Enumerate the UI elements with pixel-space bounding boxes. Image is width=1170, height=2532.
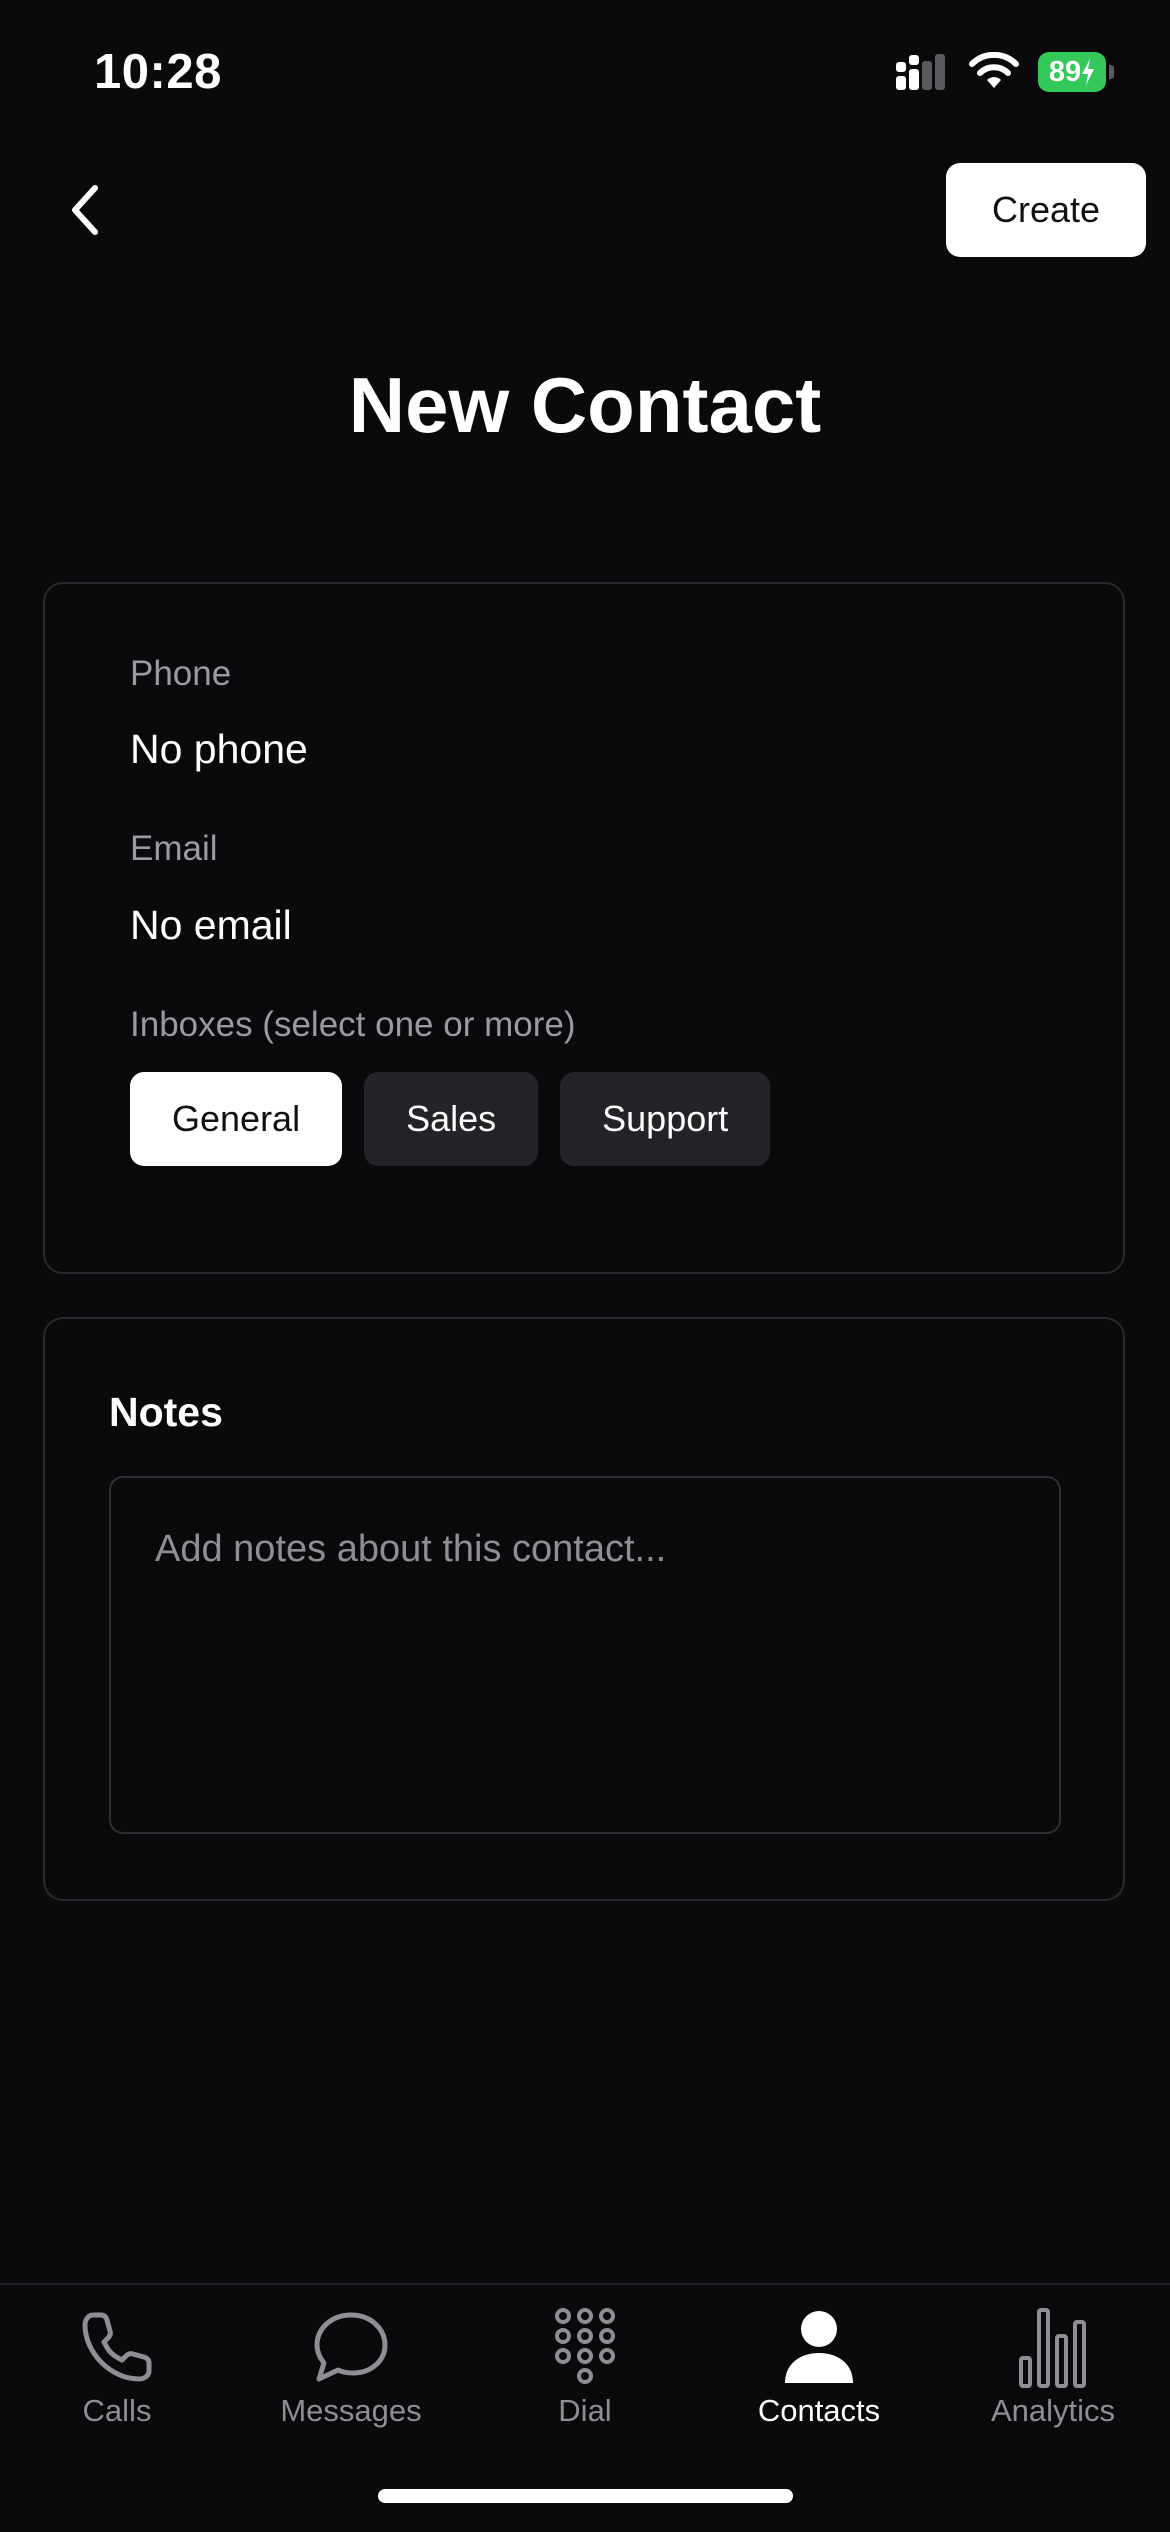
tab-calls[interactable]: Calls bbox=[0, 2285, 234, 2435]
wifi-icon bbox=[969, 52, 1019, 88]
inbox-chip-sales[interactable]: Sales bbox=[364, 1072, 539, 1166]
page-title: New Contact bbox=[348, 361, 822, 449]
battery-cap bbox=[1109, 65, 1114, 79]
status-bar: 10:28 89 bbox=[0, 0, 1170, 150]
keypad-icon bbox=[543, 2305, 627, 2389]
tab-contacts[interactable]: Contacts bbox=[702, 2285, 936, 2435]
tab-label: Dial bbox=[558, 2393, 612, 2428]
status-icons: 89 bbox=[894, 52, 1114, 92]
bar-chart-icon bbox=[1011, 2305, 1095, 2389]
tab-label: Analytics bbox=[990, 2393, 1116, 2428]
notes-textarea[interactable]: Add notes about this contact... bbox=[109, 1476, 1061, 1834]
chat-bubble-icon bbox=[309, 2305, 393, 2389]
battery-level: 89 bbox=[1038, 52, 1106, 92]
tab-label: Calls bbox=[82, 2393, 152, 2428]
notes-card: Notes Add notes about this contact... bbox=[43, 1317, 1125, 1901]
home-indicator[interactable] bbox=[378, 2489, 793, 2503]
status-time: 10:28 bbox=[94, 45, 222, 99]
tab-label: Contacts bbox=[757, 2393, 881, 2428]
new-contact-screen: 10:28 89 Create New Contact Phone No pho… bbox=[0, 0, 1170, 2532]
tab-label: Messages bbox=[280, 2393, 422, 2428]
tab-messages[interactable]: Messages bbox=[234, 2285, 468, 2435]
person-icon bbox=[777, 2305, 861, 2389]
inbox-chip-row: General Sales Support bbox=[130, 1072, 771, 1166]
inboxes-label: Inboxes (select one or more) bbox=[130, 1005, 576, 1044]
chevron-left-icon bbox=[72, 185, 98, 235]
email-label: Email bbox=[130, 829, 218, 868]
notes-title: Notes bbox=[109, 1389, 223, 1435]
back-button[interactable] bbox=[50, 170, 120, 250]
create-button[interactable]: Create bbox=[946, 163, 1146, 257]
charging-bolt-icon bbox=[1082, 59, 1095, 85]
tab-dial[interactable]: Dial bbox=[468, 2285, 702, 2435]
tab-analytics[interactable]: Analytics bbox=[936, 2285, 1170, 2435]
phone-icon bbox=[75, 2305, 159, 2389]
phone-label: Phone bbox=[130, 654, 232, 693]
signal-icon bbox=[896, 54, 945, 90]
phone-value[interactable]: No phone bbox=[130, 726, 308, 773]
battery-icon: 89 bbox=[1038, 52, 1114, 92]
contact-details-card: Phone No phone Email No email Inboxes (s… bbox=[43, 582, 1125, 1274]
inbox-chip-support[interactable]: Support bbox=[560, 1072, 771, 1166]
inbox-chip-general[interactable]: General bbox=[130, 1072, 343, 1166]
battery-level-text: 89 bbox=[1048, 55, 1082, 88]
email-value[interactable]: No email bbox=[130, 902, 292, 949]
